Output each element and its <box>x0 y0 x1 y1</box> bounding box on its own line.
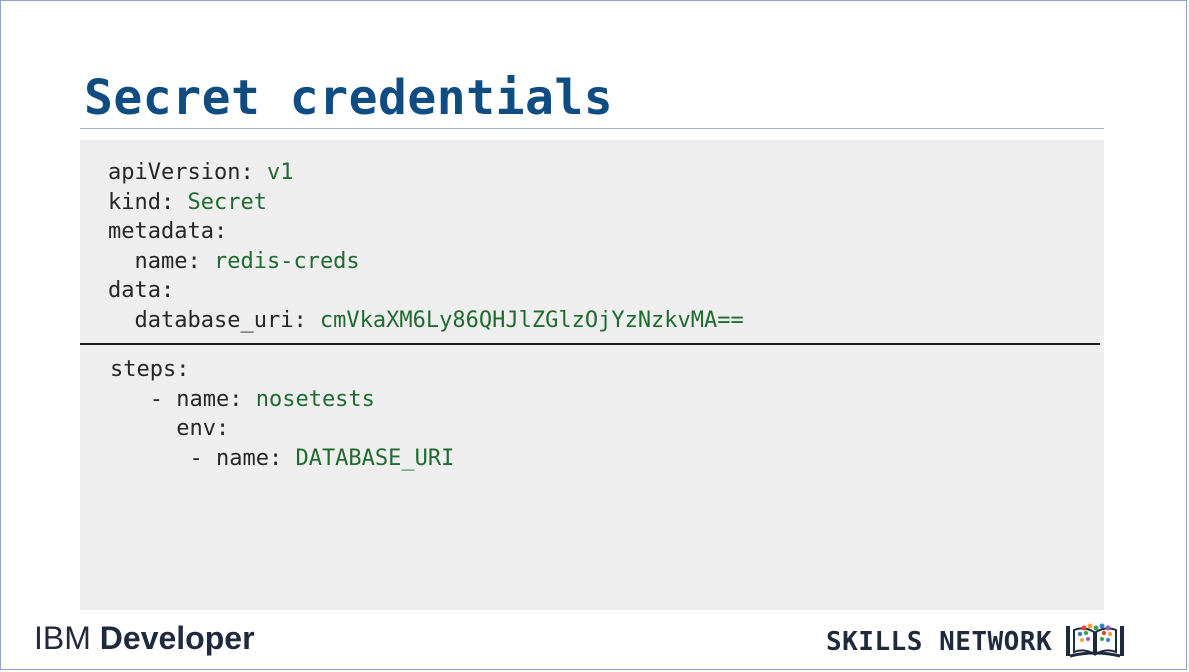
code-line: env: <box>110 414 454 444</box>
yaml-value: cmVkaXM6Ly86QHJlZGlzOjYzNzkvMA== <box>306 307 744 333</box>
skills-network-logo: SKILLS NETWORK <box>826 622 1126 662</box>
skills-network-text: SKILLS NETWORK <box>826 627 1053 657</box>
code-line: - name: DATABASE_URI <box>110 444 454 474</box>
code-line: - name: nosetests <box>110 385 454 415</box>
yaml-value: Secret <box>174 189 267 215</box>
code-line: steps: <box>110 355 454 385</box>
code-line: database_uri: cmVkaXM6Ly86QHJlZGlzOjYzNz… <box>108 306 744 336</box>
yaml-key: metadata: <box>108 219 228 245</box>
ibm-developer-logo: IBM Developer <box>34 620 255 657</box>
yaml-value: DATABASE_URI <box>282 445 455 471</box>
ibm-logo-text: IBM <box>34 620 100 656</box>
book-icon <box>1066 623 1125 658</box>
yaml-value: nosetests <box>242 386 375 412</box>
yaml-key: database_uri: <box>134 307 307 333</box>
code-line: apiVersion: v1 <box>108 158 744 188</box>
yaml-value: redis-creds <box>200 248 360 274</box>
yaml-value: v1 <box>253 160 294 185</box>
code-line: metadata: <box>108 217 744 247</box>
yaml-key: name: <box>134 248 201 274</box>
slide-title: Secret credentials <box>84 70 614 126</box>
code-panel: apiVersion: v1 kind: Secret metadata: na… <box>80 140 1104 610</box>
developer-logo-text: Developer <box>99 620 255 656</box>
yaml-key: kind: <box>108 189 175 215</box>
yaml-key: steps: <box>110 357 190 382</box>
secret-yaml-block: apiVersion: v1 kind: Secret metadata: na… <box>108 158 744 336</box>
yaml-key: env: <box>176 416 230 442</box>
yaml-key: - name: <box>149 386 243 412</box>
yaml-key: data: <box>108 278 175 304</box>
code-divider <box>80 343 1100 345</box>
code-line: name: redis-creds <box>108 247 744 277</box>
yaml-key: apiVersion: <box>108 160 254 185</box>
title-underline <box>80 128 1104 129</box>
code-line: kind: Secret <box>108 188 744 218</box>
code-line: data: <box>108 276 744 306</box>
yaml-key: - name: <box>189 445 283 471</box>
steps-yaml-block: steps: - name: nosetests env: - name: DA… <box>110 355 454 473</box>
